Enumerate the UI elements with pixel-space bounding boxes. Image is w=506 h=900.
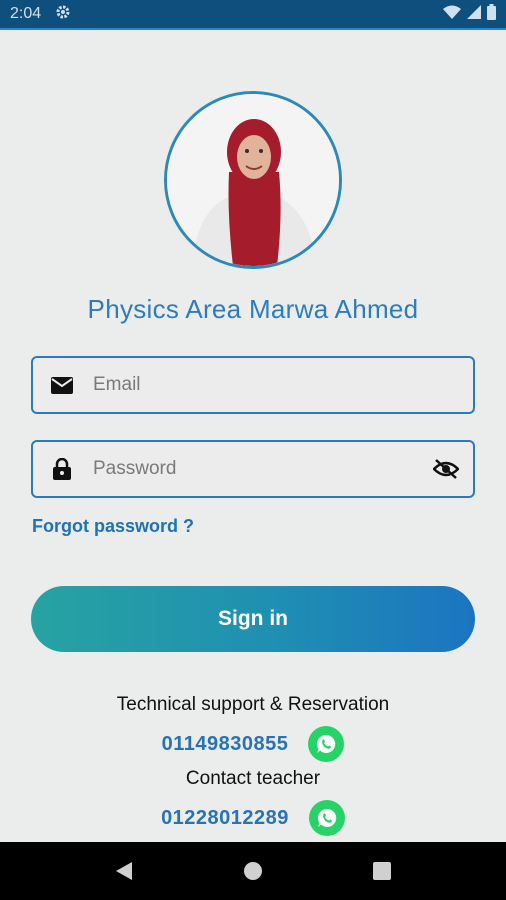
sign-in-button[interactable]: Sign in xyxy=(31,586,475,652)
email-field[interactable] xyxy=(31,356,475,414)
support-phone-row: 01149830855 xyxy=(0,726,506,762)
teacher-label: Contact teacher xyxy=(185,768,321,789)
email-input[interactable] xyxy=(91,373,473,397)
signal-icon xyxy=(467,4,481,24)
forgot-password-link[interactable]: Forgot password ? xyxy=(32,516,194,537)
teacher-phone-row: 01228012289 xyxy=(0,800,506,836)
status-bar: 2:04 xyxy=(0,0,506,30)
wifi-icon xyxy=(443,5,461,24)
mail-icon xyxy=(49,376,75,394)
navigation-bar xyxy=(0,842,506,900)
home-icon[interactable] xyxy=(233,851,273,891)
support-label: Technical support & Reservation xyxy=(116,694,390,715)
recents-icon[interactable] xyxy=(362,851,402,891)
support-phone[interactable]: 01149830855 xyxy=(162,733,289,756)
toggle-visibility-icon[interactable] xyxy=(433,459,459,479)
lock-icon xyxy=(49,458,75,480)
gear-icon xyxy=(55,4,71,25)
app-title: Physics Area Marwa Ahmed xyxy=(87,294,419,324)
teacher-phone[interactable]: 01228012289 xyxy=(161,807,289,830)
password-input[interactable] xyxy=(91,457,433,481)
whatsapp-icon[interactable] xyxy=(308,726,345,762)
status-time: 2:04 xyxy=(10,5,42,22)
password-field[interactable] xyxy=(31,440,475,498)
back-icon[interactable] xyxy=(104,851,144,891)
whatsapp-icon[interactable] xyxy=(308,800,345,836)
avatar xyxy=(164,91,342,269)
battery-icon xyxy=(487,3,496,25)
